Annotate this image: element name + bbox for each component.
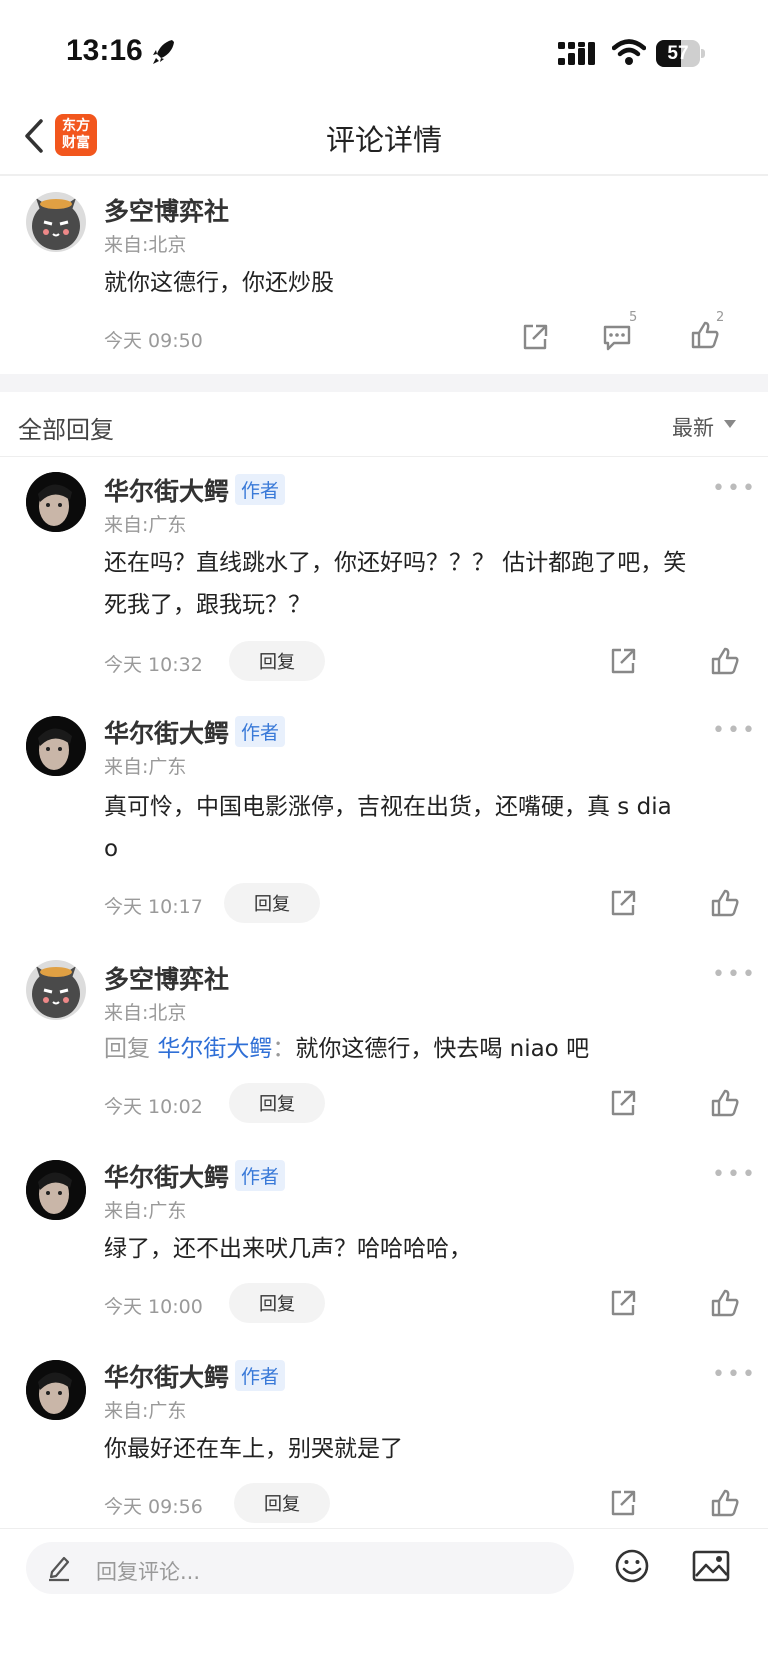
reply-location: 来自:广东: [104, 1400, 187, 1422]
reply-button[interactable]: 回复: [234, 1483, 330, 1523]
reply-button[interactable]: 回复: [229, 1083, 325, 1123]
cellular-signal-icon: [558, 42, 595, 65]
reply-username[interactable]: 多空博弈社: [104, 960, 229, 996]
reply-text: 你最好还在车上，别哭就是了: [104, 1436, 403, 1462]
image-icon[interactable]: [692, 1550, 730, 1582]
author-tag: 作者: [235, 716, 286, 747]
reply-time: 今天 10:32: [104, 654, 203, 676]
comment-time: 今天 09:50: [104, 330, 203, 352]
avatar[interactable]: [26, 1160, 86, 1220]
caret-down-icon[interactable]: [724, 420, 736, 428]
author-tag: 作者: [235, 1360, 286, 1391]
reply-text: 绿了，还不出来吠几声？哈哈哈哈，: [104, 1236, 472, 1262]
avatar[interactable]: [26, 1360, 86, 1420]
avatar[interactable]: [26, 960, 86, 1020]
reply-time: 今天 09:56: [104, 1496, 203, 1518]
man-avatar-icon: [26, 472, 86, 532]
reply-location: 来自:北京: [104, 1002, 187, 1024]
share-icon[interactable]: [608, 1088, 638, 1118]
cat-avatar-icon: [32, 198, 80, 250]
avatar[interactable]: [26, 192, 86, 252]
reply-text-line: 真可怜，中国电影涨停，吉视在出货，还嘴硬，真 s dia: [104, 794, 672, 820]
man-avatar-icon: [26, 716, 86, 776]
more-dots-icon[interactable]: •••: [712, 1162, 757, 1187]
comment-username[interactable]: 多空博弈社: [104, 192, 229, 228]
cat-avatar-icon: [32, 966, 80, 1018]
author-tag: 作者: [235, 1160, 286, 1191]
reply-input-placeholder[interactable]: 回复评论...: [96, 1556, 200, 1586]
reply-text-line: 死我了，跟我玩？？: [104, 592, 311, 618]
section-separator: [0, 374, 768, 392]
reply-separator: ：: [272, 1036, 296, 1062]
man-avatar-icon: [26, 1160, 86, 1220]
divider: [0, 456, 768, 457]
battery-level: 57: [667, 43, 689, 64]
reply-time: 今天 10:02: [104, 1096, 203, 1118]
comment-location: 来自:北京: [104, 234, 187, 256]
status-time: 13:16: [66, 34, 143, 67]
thumbs-up-icon[interactable]: [710, 646, 740, 676]
emoji-icon[interactable]: [614, 1548, 650, 1584]
share-icon[interactable]: [608, 646, 638, 676]
battery-indicator: 57: [656, 40, 705, 67]
reply-location: 来自:广东: [104, 1200, 187, 1222]
reply-button[interactable]: 回复: [224, 883, 320, 923]
thumbs-up-icon[interactable]: [710, 888, 740, 918]
reply-text-body: 就你这德行，快去喝 niao 吧: [295, 1036, 590, 1062]
reply-text: 还在吗？直线跳水了，你还好吗？？？ 估计都跑了吧，笑 死我了，跟我玩？？: [104, 542, 686, 626]
reply-text: 回复 华尔街大鳄：就你这德行，快去喝 niao 吧: [104, 1028, 589, 1070]
reply-text-line: o: [104, 836, 119, 862]
reply-to-user-link[interactable]: 华尔街大鳄: [157, 1036, 272, 1062]
reply-button[interactable]: 回复: [229, 641, 325, 681]
avatar[interactable]: [26, 472, 86, 532]
avatar[interactable]: [26, 716, 86, 776]
comment-icon[interactable]: [602, 322, 632, 352]
reply-text-line: 还在吗？直线跳水了，你还好吗？？？ 估计都跑了吧，笑: [104, 550, 687, 576]
reply-username[interactable]: 华尔街大鳄 作者: [104, 1358, 286, 1394]
reply-username[interactable]: 华尔街大鳄 作者: [104, 1158, 286, 1194]
share-icon[interactable]: [608, 1488, 638, 1518]
man-avatar-icon: [26, 1360, 86, 1420]
comment-text: 就你这德行，你还炒股: [104, 270, 334, 296]
divider: [0, 174, 768, 176]
all-replies-title: 全部回复: [18, 416, 114, 444]
divider: [0, 1528, 768, 1529]
pencil-icon: [49, 1556, 70, 1582]
reply-text: 真可怜，中国电影涨停，吉视在出货，还嘴硬，真 s dia o: [104, 786, 672, 870]
like-count-badge: 2: [716, 310, 725, 325]
thumbs-up-icon[interactable]: [710, 1088, 740, 1118]
thumbs-up-icon[interactable]: [710, 1288, 740, 1318]
reply-time: 今天 10:17: [104, 896, 203, 918]
wifi-icon: [612, 39, 646, 65]
sort-dropdown[interactable]: 最新: [672, 412, 714, 442]
author-tag: 作者: [235, 474, 286, 505]
reply-location: 来自:广东: [104, 756, 187, 778]
more-dots-icon[interactable]: •••: [712, 476, 757, 501]
page-title: 评论详情: [325, 123, 442, 157]
reply-location: 来自:广东: [104, 514, 187, 536]
reply-username[interactable]: 华尔街大鳄 作者: [104, 472, 286, 508]
share-icon[interactable]: [608, 888, 638, 918]
reply-username[interactable]: 华尔街大鳄 作者: [104, 714, 286, 750]
more-dots-icon[interactable]: •••: [712, 962, 757, 987]
comment-count-badge: 5: [629, 310, 638, 325]
reply-prefix: 回复: [104, 1036, 150, 1062]
share-icon[interactable]: [608, 1288, 638, 1318]
more-dots-icon[interactable]: •••: [712, 718, 757, 743]
thumbs-up-icon[interactable]: [710, 1488, 740, 1518]
reply-button[interactable]: 回复: [229, 1283, 325, 1323]
reply-time: 今天 10:00: [104, 1296, 203, 1318]
rocket-icon: [153, 40, 174, 64]
share-icon[interactable]: [520, 322, 550, 352]
more-dots-icon[interactable]: •••: [712, 1362, 757, 1387]
